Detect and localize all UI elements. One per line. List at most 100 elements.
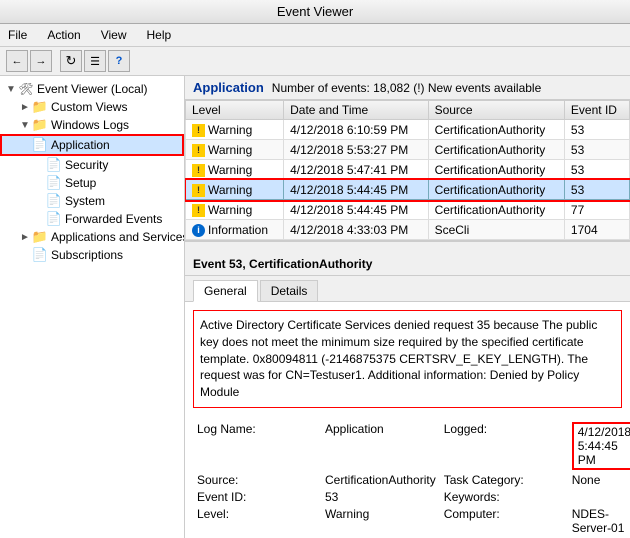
folder-icon: 📁 — [32, 99, 48, 115]
cell-source: CertificationAuthority — [428, 120, 564, 140]
log-icon: 📄 — [32, 137, 48, 153]
detail-fields: Log Name: Application Logged: 4/12/2018 … — [185, 416, 630, 538]
computer-icon: 🛠 — [18, 81, 34, 97]
tabs-bar: General Details — [185, 276, 630, 302]
cell-date: 4/12/2018 5:44:45 PM — [284, 180, 428, 200]
table-row[interactable]: !Warning 4/12/2018 5:44:45 PM Certificat… — [186, 200, 630, 220]
table-row[interactable]: !Warning 4/12/2018 5:47:41 PM Certificat… — [186, 160, 630, 180]
table-row[interactable]: !Warning 4/12/2018 5:44:45 PM Certificat… — [186, 180, 630, 200]
source-label: Source: — [197, 473, 317, 487]
cell-date: 4/12/2018 5:53:27 PM — [284, 140, 428, 160]
detail-pane: Event 53, CertificationAuthority General… — [185, 253, 630, 538]
logged-label: Logged: — [444, 422, 564, 470]
folder-icon: 📁 — [32, 229, 48, 245]
sidebar-item-application[interactable]: 📄 Application — [0, 134, 184, 156]
expand-icon: ▼ — [18, 118, 32, 132]
cell-level: !Warning — [186, 200, 284, 220]
col-level[interactable]: Level — [186, 101, 284, 120]
expand-icon: ► — [18, 230, 32, 244]
log-icon: 📄 — [46, 193, 62, 209]
toolbar: ← → ↻ ☰ ? — [0, 47, 630, 76]
log-name-label: Log Name: — [197, 422, 317, 470]
cell-level: !Warning — [186, 120, 284, 140]
table-row[interactable]: !Warning 4/12/2018 6:10:59 PM Certificat… — [186, 120, 630, 140]
cell-eventid: 53 — [564, 180, 629, 200]
keywords-label: Keywords: — [444, 490, 564, 504]
cell-eventid: 53 — [564, 140, 629, 160]
logged-value: 4/12/2018 5:44:45 PM — [572, 422, 630, 470]
sidebar-item-forwarded-events[interactable]: 📄 Forwarded Events — [0, 210, 184, 228]
properties-button[interactable]: ☰ — [84, 50, 106, 72]
cell-level: iInformation — [186, 220, 284, 240]
forward-button[interactable]: → — [30, 50, 52, 72]
task-category-label: Task Category: — [444, 473, 564, 487]
folder-icon: 📁 — [32, 117, 48, 133]
col-eventid[interactable]: Event ID — [564, 101, 629, 120]
computer-value: NDES-Server-01 — [572, 507, 630, 535]
cell-source: SceCli — [428, 220, 564, 240]
log-icon: 📄 — [46, 157, 62, 173]
cell-source: CertificationAuthority — [428, 160, 564, 180]
cell-source: CertificationAuthority — [428, 180, 564, 200]
cell-eventid: 53 — [564, 160, 629, 180]
cell-date: 4/12/2018 5:44:45 PM — [284, 200, 428, 220]
sidebar-item-custom-views[interactable]: ► 📁 Custom Views — [0, 98, 184, 116]
sidebar-item-security[interactable]: 📄 Security — [0, 156, 184, 174]
menu-view[interactable]: View — [97, 26, 131, 44]
cell-level: !Warning — [186, 140, 284, 160]
log-icon: 📄 — [32, 247, 48, 263]
sidebar-item-event-viewer-local[interactable]: ▼ 🛠 Event Viewer (Local) — [0, 80, 184, 98]
level-value: Warning — [325, 507, 436, 535]
expand-icon: ▼ — [4, 82, 18, 96]
content-info: Number of events: 18,082 (!) New events … — [272, 81, 541, 95]
task-category-value: None — [572, 473, 630, 487]
cell-date: 4/12/2018 4:33:03 PM — [284, 220, 428, 240]
cell-source: CertificationAuthority — [428, 140, 564, 160]
content-header: Application Number of events: 18,082 (!)… — [185, 76, 630, 100]
level-label: Level: — [197, 507, 317, 535]
cell-source: CertificationAuthority — [428, 200, 564, 220]
content-area: Application Number of events: 18,082 (!)… — [185, 76, 630, 538]
content-title: Application — [193, 80, 264, 95]
cell-eventid: 77 — [564, 200, 629, 220]
cell-eventid: 1704 — [564, 220, 629, 240]
detail-header: Event 53, CertificationAuthority — [185, 253, 630, 276]
log-icon: 📄 — [46, 211, 62, 227]
cell-date: 4/12/2018 5:47:41 PM — [284, 160, 428, 180]
computer-label: Computer: — [444, 507, 564, 535]
table-scrollbar[interactable] — [185, 241, 630, 253]
log-icon: 📄 — [46, 175, 62, 191]
event-message-box: Active Directory Certificate Services de… — [193, 310, 622, 408]
menu-file[interactable]: File — [4, 26, 31, 44]
event-id-label: Event ID: — [197, 490, 317, 504]
sidebar-item-apps-services[interactable]: ► 📁 Applications and Services Logs — [0, 228, 184, 246]
event-id-value: 53 — [325, 490, 436, 504]
col-source[interactable]: Source — [428, 101, 564, 120]
sidebar-item-windows-logs[interactable]: ▼ 📁 Windows Logs — [0, 116, 184, 134]
col-datetime[interactable]: Date and Time — [284, 101, 428, 120]
source-value: CertificationAuthority — [325, 473, 436, 487]
log-name-value: Application — [325, 422, 436, 470]
cell-level: !Warning — [186, 180, 284, 200]
cell-date: 4/12/2018 6:10:59 PM — [284, 120, 428, 140]
table-row[interactable]: !Warning 4/12/2018 5:53:27 PM Certificat… — [186, 140, 630, 160]
sidebar-item-setup[interactable]: 📄 Setup — [0, 174, 184, 192]
cell-level: !Warning — [186, 160, 284, 180]
sidebar-item-subscriptions[interactable]: 📄 Subscriptions — [0, 246, 184, 264]
tab-general[interactable]: General — [193, 280, 258, 302]
sidebar-item-system[interactable]: 📄 System — [0, 192, 184, 210]
sidebar: ▼ 🛠 Event Viewer (Local) ► 📁 Custom View… — [0, 76, 185, 538]
events-table: Level Date and Time Source Event ID !War… — [185, 100, 630, 240]
help-button[interactable]: ? — [108, 50, 130, 72]
table-row[interactable]: iInformation 4/12/2018 4:33:03 PM SceCli… — [186, 220, 630, 240]
menu-bar: File Action View Help — [0, 24, 630, 47]
keywords-value — [572, 490, 630, 504]
tab-details[interactable]: Details — [260, 280, 319, 301]
cell-eventid: 53 — [564, 120, 629, 140]
expand-icon: ► — [18, 100, 32, 114]
menu-help[interactable]: Help — [143, 26, 176, 44]
menu-action[interactable]: Action — [43, 26, 84, 44]
refresh-button[interactable]: ↻ — [60, 50, 82, 72]
back-button[interactable]: ← — [6, 50, 28, 72]
title-bar: Event Viewer — [0, 0, 630, 24]
